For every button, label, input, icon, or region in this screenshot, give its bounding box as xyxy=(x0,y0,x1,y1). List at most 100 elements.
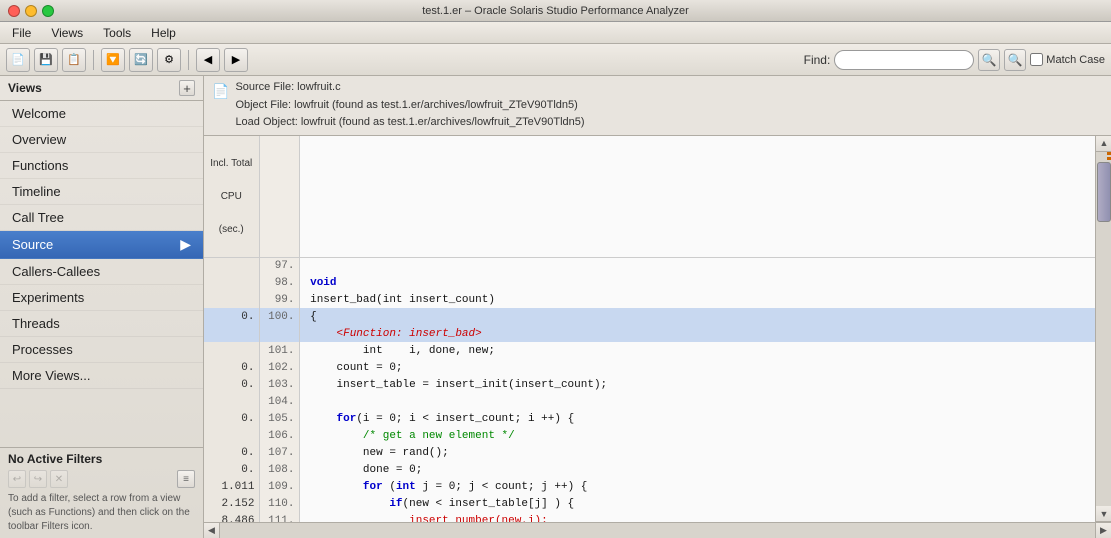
menu-tools[interactable]: Tools xyxy=(99,24,135,42)
menu-views[interactable]: Views xyxy=(47,24,87,42)
sidebar-item-callers-callees[interactable]: Callers-Callees xyxy=(0,259,203,285)
scroll-up-btn[interactable]: ▲ xyxy=(1096,136,1111,152)
toolbar-btn-3[interactable]: 📋 xyxy=(62,48,86,72)
cell-code: void xyxy=(299,274,1095,291)
scroll-thumb[interactable] xyxy=(1097,162,1111,222)
cell-metric: 0. xyxy=(204,410,259,427)
cell-code xyxy=(299,393,1095,410)
sidebar-header: Views + xyxy=(0,76,203,101)
code-scroll-area[interactable]: Incl. Total CPU (sec.) 97.98. void99. in… xyxy=(204,136,1095,522)
toolbar-back-btn[interactable]: ◀ xyxy=(196,48,220,72)
cell-code: for (int j = 0; j < count; j ++) { xyxy=(299,478,1095,495)
sidebar-item-timeline[interactable]: Timeline xyxy=(0,179,203,205)
source-header-text: Source File: lowfruit.c Object File: low… xyxy=(235,79,584,132)
filter-clear-btn[interactable]: ✕ xyxy=(50,470,68,488)
table-row: 98. void xyxy=(204,274,1095,291)
match-case-label[interactable]: Match Case xyxy=(1030,53,1105,66)
sidebar-item-welcome[interactable]: Welcome xyxy=(0,101,203,127)
cell-code: if(new < insert_table[j] ) { xyxy=(299,495,1095,512)
hscroll-right-btn[interactable]: ▶ xyxy=(1095,523,1111,538)
code-underline: insert_number(new,i); xyxy=(409,515,548,522)
cell-metric xyxy=(204,291,259,308)
toolbar-forward-btn[interactable]: ▶ xyxy=(224,48,248,72)
table-row: 0.105. for(i = 0; i < insert_count; i ++… xyxy=(204,410,1095,427)
cell-metric xyxy=(204,257,259,274)
source-header-line3: Load Object: lowfruit (found as test.1.e… xyxy=(235,114,584,132)
sidebar-item-call-tree[interactable]: Call Tree xyxy=(0,205,203,231)
table-row: 0.103. insert_table = insert_init(insert… xyxy=(204,376,1095,393)
sidebar-item-processes[interactable]: Processes xyxy=(0,337,203,363)
filter-redo-btn[interactable]: ↪ xyxy=(29,470,47,488)
cell-code: { xyxy=(299,308,1095,325)
cell-code: for(i = 0; i < insert_count; i ++) { xyxy=(299,410,1095,427)
cell-linenum: 101. xyxy=(259,342,299,359)
table-row: 106. /* get a new element */ xyxy=(204,427,1095,444)
find-input[interactable] xyxy=(834,50,974,70)
cell-linenum: 109. xyxy=(259,478,299,495)
filter-undo-btn[interactable]: ↩ xyxy=(8,470,26,488)
table-row: 0.100. { xyxy=(204,308,1095,325)
hscroll-left-btn[interactable]: ◀ xyxy=(204,523,220,538)
scroll-indicator-1 xyxy=(1107,152,1111,155)
sidebar-item-experiments[interactable]: Experiments xyxy=(0,285,203,311)
sidebar-item-more-views[interactable]: More Views... xyxy=(0,363,203,389)
cell-metric: 1.011 xyxy=(204,478,259,495)
find-prev-btn[interactable]: 🔍 xyxy=(978,49,1000,71)
scroll-track[interactable] xyxy=(1096,152,1111,506)
table-row: 0.108. done = 0; xyxy=(204,461,1095,478)
cell-code: done = 0; xyxy=(299,461,1095,478)
maximize-button[interactable] xyxy=(42,5,54,17)
close-button[interactable] xyxy=(8,5,20,17)
cell-metric: 0. xyxy=(204,461,259,478)
filter-options-btn[interactable]: ≡ xyxy=(177,470,195,488)
hscroll-track[interactable] xyxy=(220,523,1095,538)
table-row: 8.486111. insert_number(new,i); xyxy=(204,512,1095,522)
sidebar-item-source[interactable]: Source ▶ xyxy=(0,231,203,259)
toolbar-btn-1[interactable]: 📄 xyxy=(6,48,30,72)
toolbar-filter-btn[interactable]: 🔽 xyxy=(101,48,125,72)
source-header-line2: Object File: lowfruit (found as test.1.e… xyxy=(235,97,584,115)
sidebar-item-overview[interactable]: Overview xyxy=(0,127,203,153)
cell-metric: 0. xyxy=(204,359,259,376)
cell-linenum: 106. xyxy=(259,427,299,444)
cell-linenum: 111. xyxy=(259,512,299,522)
cell-linenum: 104. xyxy=(259,393,299,410)
title-bar: test.1.er – Oracle Solaris Studio Perfor… xyxy=(0,0,1111,22)
cell-linenum: 99. xyxy=(259,291,299,308)
toolbar-settings-btn[interactable]: ⚙ xyxy=(157,48,181,72)
table-row: 0.102. count = 0; xyxy=(204,359,1095,376)
scroll-indicator-2 xyxy=(1107,157,1111,160)
cell-metric xyxy=(204,393,259,410)
scroll-indicators xyxy=(1107,152,1111,160)
source-header-line1: Source File: lowfruit.c xyxy=(235,79,584,97)
minimize-button[interactable] xyxy=(25,5,37,17)
cell-code: int i, done, new; xyxy=(299,342,1095,359)
scroll-down-btn[interactable]: ▼ xyxy=(1096,506,1111,522)
filters-help-text: To add a filter, select a row from a vie… xyxy=(8,492,195,534)
cell-code: insert_bad(int insert_count) xyxy=(299,291,1095,308)
table-row: 101. int i, done, new; xyxy=(204,342,1095,359)
toolbar-btn-2[interactable]: 💾 xyxy=(34,48,58,72)
toolbar-refresh-btn[interactable]: 🔄 xyxy=(129,48,153,72)
find-next-btn[interactable]: 🔍 xyxy=(1004,49,1026,71)
code-table: Incl. Total CPU (sec.) 97.98. void99. in… xyxy=(204,136,1095,522)
cell-linenum: 100. xyxy=(259,308,299,325)
menu-file[interactable]: File xyxy=(8,24,35,42)
match-case-checkbox[interactable] xyxy=(1030,53,1043,66)
source-header: 📄 Source File: lowfruit.c Object File: l… xyxy=(204,76,1111,136)
cell-metric xyxy=(204,342,259,359)
table-row: <Function: insert_bad> xyxy=(204,325,1095,342)
nav-arrow-icon: ▶ xyxy=(180,236,191,253)
column-header-code xyxy=(299,136,1095,258)
function-tag: <Function: insert_bad> xyxy=(304,328,482,340)
cell-linenum: 107. xyxy=(259,444,299,461)
cell-linenum: 110. xyxy=(259,495,299,512)
menu-help[interactable]: Help xyxy=(147,24,180,42)
sidebar-item-functions[interactable]: Functions xyxy=(0,153,203,179)
filters-section: No Active Filters ↩ ↪ ✕ ≡ To add a filte… xyxy=(0,447,203,538)
column-header-metric: Incl. Total CPU (sec.) xyxy=(204,136,259,258)
code-container: Incl. Total CPU (sec.) 97.98. void99. in… xyxy=(204,136,1111,522)
add-view-button[interactable]: + xyxy=(179,80,195,96)
window-title: test.1.er – Oracle Solaris Studio Perfor… xyxy=(422,5,689,17)
sidebar-item-threads[interactable]: Threads xyxy=(0,311,203,337)
